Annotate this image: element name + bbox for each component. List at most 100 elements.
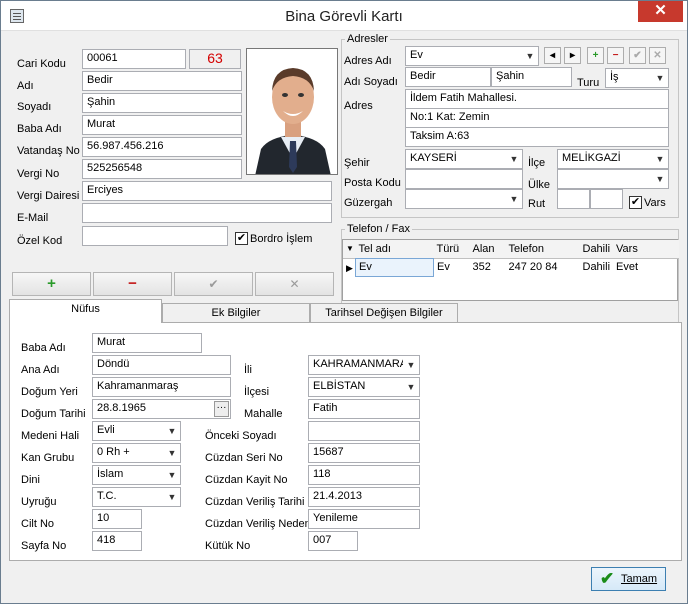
sehir-combo[interactable]: KAYSERİ ▼ — [405, 149, 523, 169]
add-address-button[interactable]: + — [587, 47, 604, 64]
add-record-button[interactable]: + — [12, 272, 91, 296]
address-surname-field[interactable]: Şahin — [491, 67, 572, 87]
close-button[interactable]: ✕ — [638, 1, 683, 22]
guzergah-combo[interactable]: ▼ — [405, 189, 523, 209]
vergi-dairesi-field[interactable]: Erciyes — [82, 181, 332, 201]
grid-sort-icon: ▼ — [346, 244, 354, 253]
cancel-address-button[interactable]: ✕ — [649, 47, 666, 64]
col-header[interactable]: Telefon — [506, 240, 580, 258]
medeni-hali-combo[interactable]: Evli ▼ — [92, 421, 181, 441]
kan-grubu-label: Kan Grubu — [21, 452, 75, 464]
medeni-hali-value: Evli — [97, 424, 115, 436]
vergi-dairesi-label: Vergi Dairesi — [17, 190, 80, 202]
vatandas-no-field[interactable]: 56.987.456.216 — [82, 137, 242, 157]
rut-label: Rut — [528, 198, 546, 210]
bordro-label: Bordro İşlem — [250, 233, 313, 245]
col-header[interactable]: Vars — [613, 240, 641, 258]
turu-combo[interactable]: İş ▼ — [605, 68, 669, 88]
next-address-button[interactable]: ▸ — [564, 47, 581, 64]
person-photo — [246, 48, 338, 175]
table-cell[interactable]: Ev — [355, 257, 434, 277]
rut-field-1[interactable] — [557, 189, 590, 209]
table-cell[interactable]: 247 20 84 — [506, 258, 580, 276]
table-cell[interactable]: Dahili — [580, 258, 614, 276]
onceki-soyadi-field[interactable] — [308, 421, 420, 441]
delete-record-button[interactable]: − — [93, 272, 172, 296]
posta-kodu-field[interactable] — [405, 169, 523, 189]
col-header[interactable]: Dahili — [580, 240, 614, 258]
row-indicator-icon: ▶ — [346, 263, 353, 273]
sayfa-no-field[interactable]: 418 — [92, 531, 142, 551]
address-line-3[interactable]: Taksim A:63 — [405, 127, 669, 147]
adres-adi-combo[interactable]: Ev ▼ — [405, 46, 539, 66]
dogum-tarihi-field[interactable]: 28.8.1965 ··· — [92, 399, 231, 419]
window-title: Bina Görevli Kartı — [285, 8, 403, 25]
vars-checkbox[interactable]: ✔ — [629, 196, 642, 209]
turu-value: İş — [610, 71, 619, 83]
address-line-1[interactable]: İldem Fatih Mahallesi. — [405, 89, 669, 109]
dogum-yeri-field[interactable]: Kahramanmaraş — [92, 377, 231, 397]
chevron-down-icon: ▼ — [164, 488, 180, 506]
vatandas-no-label: Vatandaş No — [17, 145, 80, 157]
prev-address-button[interactable]: ◂ — [544, 47, 561, 64]
email-label: E-Mail — [17, 212, 49, 224]
vergi-no-label: Vergi No — [17, 168, 60, 180]
nufus-baba-adi-field[interactable]: Murat — [92, 333, 202, 353]
ili-combo[interactable]: KAHRAMANMARAŞ ▼ — [308, 355, 420, 375]
confirm-address-button[interactable]: ✔ — [629, 47, 646, 64]
ana-adi-field[interactable]: Döndü — [92, 355, 231, 375]
baba-adi-field[interactable]: Murat — [82, 115, 242, 135]
col-header[interactable]: Tel adı — [356, 240, 434, 258]
col-header[interactable]: Alan — [470, 240, 506, 258]
address-name-field[interactable]: Bedir — [405, 67, 491, 87]
table-cell[interactable]: Ev — [434, 258, 470, 276]
delete-address-button[interactable]: − — [607, 47, 624, 64]
soyadi-label: Soyadı — [17, 101, 52, 113]
ulke-combo[interactable]: ▼ — [557, 169, 669, 189]
tab-ek-bilgiler[interactable]: Ek Bilgiler — [162, 303, 310, 324]
baba-adi-label: Baba Adı — [17, 123, 62, 135]
cuzdan-verilis-tarihi-field[interactable]: 21.4.2013 — [308, 487, 420, 507]
chevron-down-icon: ▼ — [164, 422, 180, 440]
guzergah-label: Güzergah — [344, 197, 393, 209]
ilce-combo[interactable]: MELİKGAZİ ▼ — [557, 149, 669, 169]
ozel-kod-field[interactable] — [82, 226, 228, 246]
soyadi-field[interactable]: Şahin — [82, 93, 242, 113]
ilcesi-combo[interactable]: ELBİSTAN ▼ — [308, 377, 420, 397]
email-field[interactable] — [82, 203, 332, 223]
adi-field[interactable]: Bedir — [82, 71, 242, 91]
chevron-down-icon: ▼ — [522, 47, 538, 65]
ulke-label: Ülke — [528, 179, 551, 191]
cilt-no-field[interactable]: 10 — [92, 509, 142, 529]
dogum-tarihi-value: 28.8.1965 — [97, 402, 146, 414]
client-area: Cari Kodu 00061 63 Adı Bedir Soyadı Şahi… — [7, 31, 682, 597]
bordro-checkbox[interactable]: ✔ — [235, 232, 248, 245]
cuzdan-kayit-field[interactable]: 118 — [308, 465, 420, 485]
dini-combo[interactable]: İslam ▼ — [92, 465, 181, 485]
uyrugu-combo[interactable]: T.C. ▼ — [92, 487, 181, 507]
person-portrait — [247, 49, 337, 174]
date-picker-icon[interactable]: ··· — [214, 401, 229, 417]
address-line-2[interactable]: No:1 Kat: Zemin — [405, 108, 669, 128]
tamam-button[interactable]: ✔ Tamam — [591, 567, 666, 591]
table-cell[interactable]: 352 — [470, 258, 506, 276]
kutuk-no-field[interactable]: 007 — [308, 531, 358, 551]
vergi-no-field[interactable]: 525256548 — [82, 159, 242, 179]
table-cell[interactable]: Evet — [613, 258, 641, 276]
cari-kodu-field[interactable]: 00061 — [82, 49, 186, 69]
confirm-record-button[interactable]: ✔ — [174, 272, 253, 296]
cuzdan-seri-field[interactable]: 15687 — [308, 443, 420, 463]
cari-kodu-label: Cari Kodu — [17, 58, 66, 70]
col-header[interactable]: Türü — [434, 240, 470, 258]
kan-grubu-combo[interactable]: 0 Rh + ▼ — [92, 443, 181, 463]
rut-field-2[interactable] — [590, 189, 623, 209]
ili-label: İli — [244, 364, 252, 376]
table-row[interactable]: Ev Ev 352 247 20 84 Dahili Evet — [355, 257, 642, 277]
chevron-down-icon: ▼ — [164, 444, 180, 462]
dini-value: İslam — [97, 468, 124, 480]
cancel-record-button[interactable]: ✕ — [255, 272, 334, 296]
tab-tarihsel[interactable]: Tarihsel Değişen Bilgiler — [310, 303, 458, 324]
mahalle-field[interactable]: Fatih — [308, 399, 420, 419]
tab-nufus[interactable]: Nüfus — [9, 299, 162, 323]
cuzdan-verilis-nedeni-field[interactable]: Yenileme — [308, 509, 420, 529]
